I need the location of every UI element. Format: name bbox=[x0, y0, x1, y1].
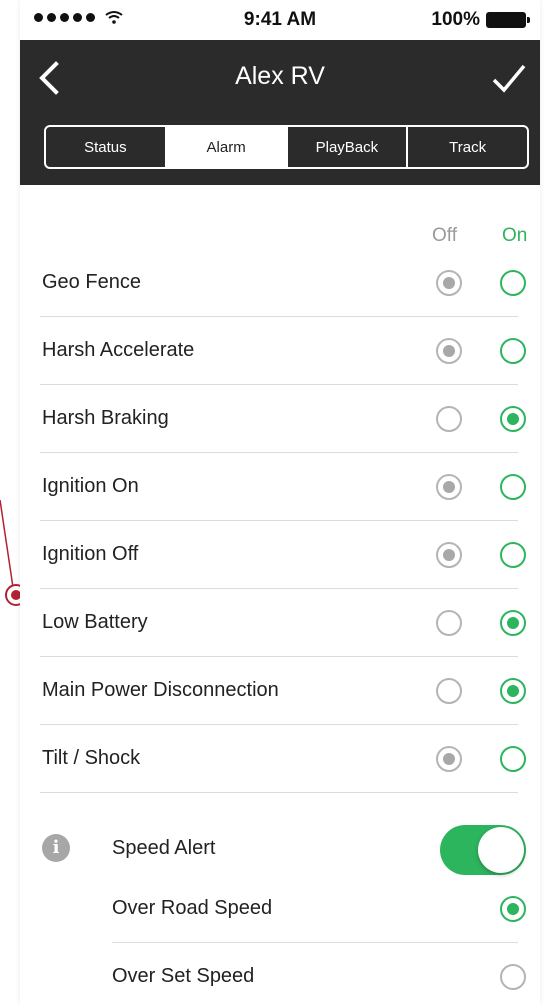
alarm-row[interactable]: Low Battery bbox=[20, 589, 540, 657]
toggle-knob bbox=[478, 827, 524, 873]
nav-bar: Alex RV Status Alarm PlayBack Track bbox=[20, 40, 540, 185]
segmented-tabs: Status Alarm PlayBack Track bbox=[44, 125, 529, 169]
alarm-label: Geo Fence bbox=[42, 271, 141, 293]
phone-screen: 9:41 AM 100% Alex RV Status Alarm PlayBa… bbox=[20, 0, 540, 1003]
status-bar: 9:41 AM 100% bbox=[20, 0, 540, 40]
speed-alert-label: Speed Alert bbox=[112, 837, 216, 859]
info-icon[interactable]: i bbox=[42, 834, 70, 862]
alarm-label: Ignition On bbox=[42, 475, 139, 497]
radio-off[interactable] bbox=[436, 610, 462, 636]
alarm-row[interactable]: Main Power Disconnection bbox=[20, 657, 540, 725]
radio-on[interactable] bbox=[500, 678, 526, 704]
speed-option-label: Over Road Speed bbox=[112, 897, 273, 919]
tab-status[interactable]: Status bbox=[46, 127, 167, 167]
column-header-on: On bbox=[502, 225, 528, 246]
alarm-row[interactable]: Harsh Braking bbox=[20, 385, 540, 453]
battery-percent: 100% bbox=[431, 9, 480, 30]
speed-option-radio[interactable] bbox=[500, 896, 526, 922]
battery-indicator: 100% bbox=[431, 9, 530, 31]
radio-off[interactable] bbox=[436, 338, 462, 364]
divider bbox=[40, 792, 518, 793]
tab-playback[interactable]: PlayBack bbox=[288, 127, 409, 167]
radio-on[interactable] bbox=[500, 610, 526, 636]
radio-on[interactable] bbox=[500, 474, 526, 500]
radio-off[interactable] bbox=[436, 406, 462, 432]
radio-on[interactable] bbox=[500, 746, 526, 772]
radio-on[interactable] bbox=[500, 542, 526, 568]
column-header-off: Off bbox=[432, 225, 457, 246]
speed-option-row[interactable]: Over Road Speed bbox=[20, 875, 540, 943]
alarm-list: Geo Fence Harsh Accelerate Harsh Braking Ig… bbox=[20, 249, 540, 793]
radio-off[interactable] bbox=[436, 270, 462, 296]
radio-on[interactable] bbox=[500, 270, 526, 296]
alarm-label: Ignition Off bbox=[42, 543, 139, 565]
alarm-row[interactable]: Harsh Accelerate bbox=[20, 317, 540, 385]
radio-on[interactable] bbox=[500, 338, 526, 364]
speed-option-radio[interactable] bbox=[500, 964, 526, 990]
speed-option-label: Over Set Speed bbox=[112, 965, 255, 987]
battery-icon bbox=[486, 12, 530, 28]
alarm-label: Main Power Disconnection bbox=[42, 679, 279, 701]
alarm-label: Harsh Accelerate bbox=[42, 339, 195, 361]
alarm-row[interactable]: Tilt / Shock bbox=[20, 725, 540, 793]
alarm-label: Low Battery bbox=[42, 611, 148, 633]
alarm-row[interactable]: Geo Fence bbox=[20, 249, 540, 317]
page-title: Alex RV bbox=[235, 62, 325, 90]
alarm-row[interactable]: Ignition Off bbox=[20, 521, 540, 589]
alarm-label: Harsh Braking bbox=[42, 407, 169, 429]
radio-off[interactable] bbox=[436, 474, 462, 500]
alarm-row[interactable]: Ignition On bbox=[20, 453, 540, 521]
radio-off[interactable] bbox=[436, 678, 462, 704]
radio-on[interactable] bbox=[500, 406, 526, 432]
radio-off[interactable] bbox=[436, 542, 462, 568]
radio-off[interactable] bbox=[436, 746, 462, 772]
alarm-label: Tilt / Shock bbox=[42, 747, 141, 769]
speed-alert-toggle[interactable] bbox=[440, 825, 526, 875]
tab-alarm[interactable]: Alarm bbox=[166, 127, 288, 167]
checkmark-icon[interactable] bbox=[486, 56, 530, 100]
tab-track[interactable]: Track bbox=[408, 127, 527, 167]
speed-option-row[interactable]: Over Set Speed bbox=[20, 943, 540, 1003]
